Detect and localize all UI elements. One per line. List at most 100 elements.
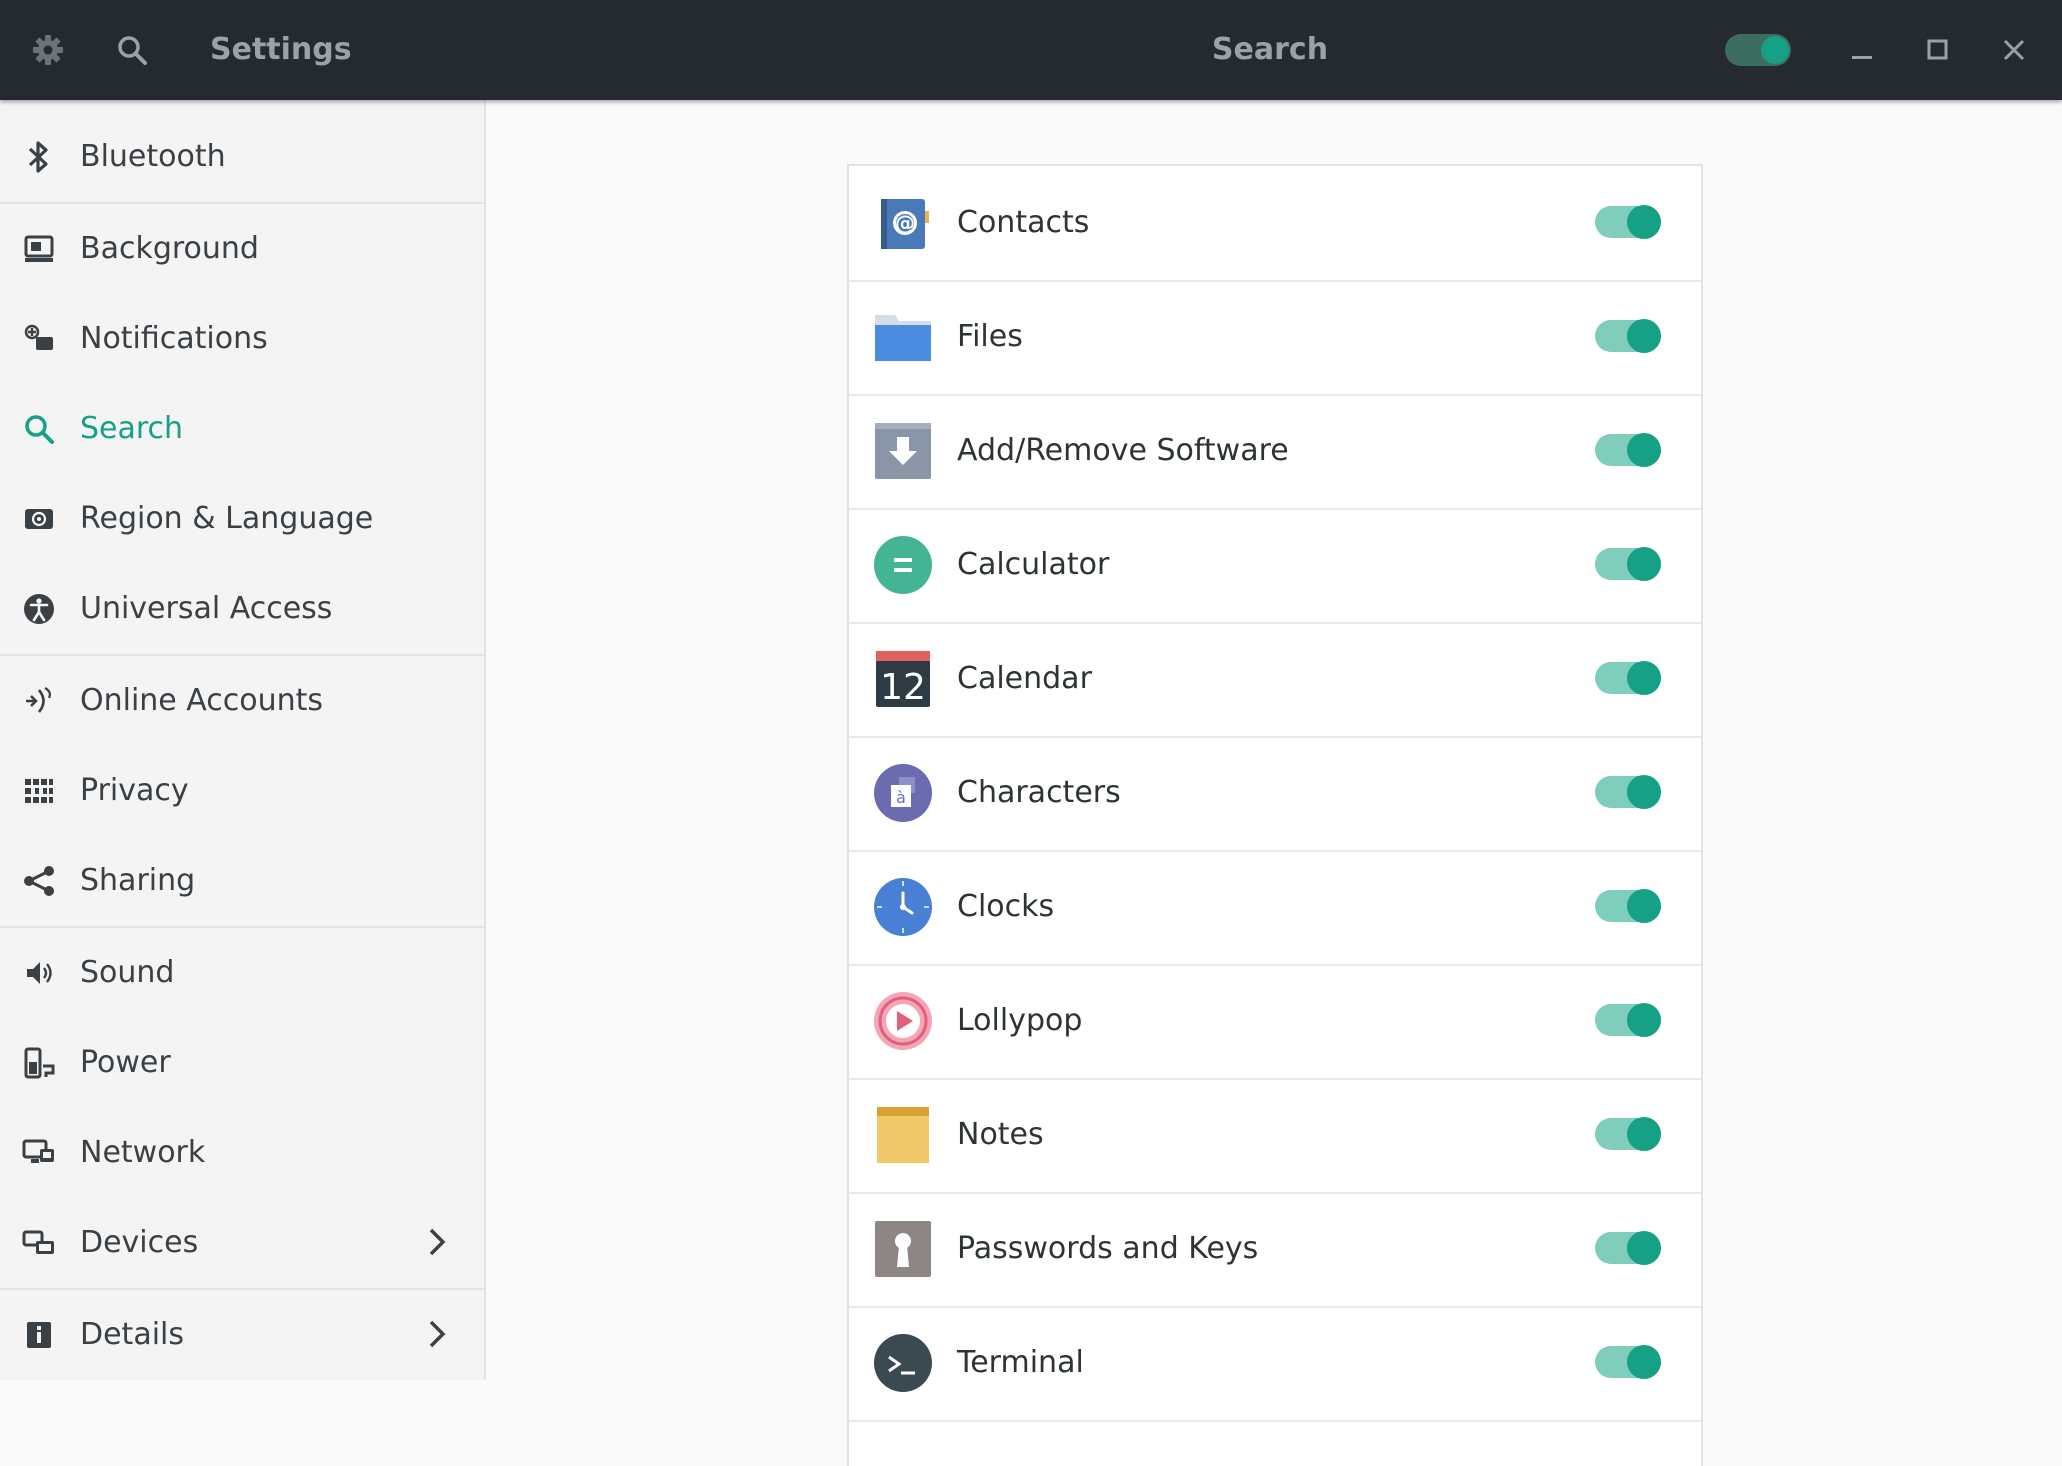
provider-toggle[interactable] [1595, 661, 1661, 695]
provider-label: Calculator [957, 547, 1110, 582]
network-icon [22, 1136, 56, 1170]
provider-toggle[interactable] [1595, 1345, 1661, 1379]
toggle-knob [1627, 1231, 1661, 1265]
toggle-knob [1627, 775, 1661, 809]
provider-toggle[interactable] [1595, 547, 1661, 581]
gear-icon[interactable] [24, 0, 72, 100]
toggle-knob [1627, 1003, 1661, 1037]
chevron-right-icon [420, 1317, 454, 1351]
provider-label: Passwords and Keys [957, 1231, 1259, 1266]
list-item-contacts[interactable]: @ Contacts [849, 166, 1701, 282]
sidebar-item-universal-access[interactable]: Universal Access [0, 564, 484, 652]
list-item-notes[interactable]: Notes [849, 1078, 1701, 1194]
minimize-icon[interactable] [1842, 0, 1882, 100]
power-icon [22, 1046, 56, 1080]
sidebar-item-notifications[interactable]: Notifications [0, 294, 484, 382]
provider-label: Clocks [957, 889, 1055, 924]
sidebar-item-power[interactable]: Power [0, 1018, 484, 1106]
provider-label: Contacts [957, 205, 1090, 240]
provider-toggle[interactable] [1595, 319, 1661, 353]
main-content: @ Contacts Files Add/Remove Software Cal… [486, 100, 2062, 1466]
toggle-knob [1627, 661, 1661, 695]
provider-toggle[interactable] [1595, 1003, 1661, 1037]
search-icon [22, 412, 56, 446]
sidebar-item-sound[interactable]: Sound [0, 928, 484, 1016]
provider-toggle[interactable] [1595, 775, 1661, 809]
chevron-right-icon [420, 1225, 454, 1259]
characters-icon: à [873, 763, 933, 823]
online-accounts-icon [22, 684, 56, 718]
sidebar-item-label: Search [80, 410, 184, 446]
sidebar-item-sharing[interactable]: Sharing [0, 836, 484, 924]
sidebar-item-bluetooth[interactable]: Bluetooth [0, 112, 484, 200]
provider-label: Calendar [957, 661, 1092, 696]
clocks-icon [873, 877, 933, 937]
list-item-calculator[interactable]: Calculator [849, 508, 1701, 624]
sidebar-item-details[interactable]: Details [0, 1290, 484, 1378]
close-icon[interactable] [1994, 0, 2034, 100]
toggle-knob [1627, 1345, 1661, 1379]
provider-label: Characters [957, 775, 1121, 810]
provider-toggle[interactable] [1595, 433, 1661, 467]
bluetooth-icon [22, 140, 56, 174]
notes-icon [873, 1105, 933, 1165]
sidebar-item-label: Power [80, 1044, 171, 1080]
files-folder-icon [873, 307, 933, 367]
list-item-calendar[interactable]: 12 Calendar [849, 622, 1701, 738]
toggle-knob [1627, 433, 1661, 467]
list-item-add-remove-software[interactable]: Add/Remove Software [849, 394, 1701, 510]
search-master-switch[interactable] [1725, 34, 1791, 66]
sidebar-item-network[interactable]: Network [0, 1108, 484, 1196]
provider-label: Terminal [957, 1345, 1084, 1380]
header-bar: Settings Search [0, 0, 2062, 100]
background-icon [22, 232, 56, 266]
list-item-clocks[interactable]: Clocks [849, 850, 1701, 966]
provider-toggle[interactable] [1595, 889, 1661, 923]
passwords-keys-icon [873, 1219, 933, 1279]
contacts-icon: @ [873, 193, 933, 253]
provider-toggle[interactable] [1595, 1231, 1661, 1265]
calculator-icon [873, 535, 933, 595]
sidebar-item-label: Universal Access [80, 590, 333, 626]
provider-toggle[interactable] [1595, 1117, 1661, 1151]
svg-text:à: à [896, 788, 906, 807]
page-title: Search [1211, 32, 1329, 67]
sidebar-item-label: Region & Language [80, 500, 374, 536]
maximize-icon[interactable] [1918, 0, 1958, 100]
sidebar-item-label: Details [80, 1316, 185, 1352]
toggle-knob [1627, 319, 1661, 353]
sound-icon [22, 956, 56, 990]
list-item-files[interactable]: Files [849, 280, 1701, 396]
toggle-knob [1627, 1117, 1661, 1151]
list-item-characters[interactable]: à Characters [849, 736, 1701, 852]
terminal-icon [873, 1333, 933, 1393]
provider-label: Notes [957, 1117, 1044, 1152]
region-icon [22, 502, 56, 536]
sidebar-item-privacy[interactable]: Privacy [0, 746, 484, 834]
sidebar-item-search[interactable]: Search [0, 384, 484, 472]
sidebar-item-devices[interactable]: Devices [0, 1198, 484, 1286]
details-icon [22, 1318, 56, 1352]
switch-knob [1761, 36, 1789, 64]
software-icon [873, 421, 933, 481]
list-item-terminal[interactable]: Terminal [849, 1306, 1701, 1422]
list-item-lollypop[interactable]: Lollypop [849, 964, 1701, 1080]
list-item-passwords-keys[interactable]: Passwords and Keys [849, 1192, 1701, 1308]
provider-label: Add/Remove Software [957, 433, 1289, 468]
sidebar-item-region-language[interactable]: Region & Language [0, 474, 484, 562]
sidebar-item-label: Sharing [80, 862, 196, 898]
lollypop-icon [873, 991, 933, 1051]
provider-toggle[interactable] [1595, 205, 1661, 239]
sidebar-item-label: Sound [80, 954, 175, 990]
toggle-knob [1627, 205, 1661, 239]
toggle-knob [1627, 547, 1661, 581]
sidebar-item-label: Privacy [80, 772, 189, 808]
provider-label: Lollypop [957, 1003, 1083, 1038]
sidebar-item-background[interactable]: Background [0, 204, 484, 292]
share-icon [22, 864, 56, 898]
accessibility-icon [22, 592, 56, 626]
search-icon[interactable] [108, 0, 156, 100]
calendar-icon: 12 [873, 649, 933, 709]
devices-icon [22, 1226, 56, 1260]
sidebar-item-online-accounts[interactable]: Online Accounts [0, 656, 484, 744]
